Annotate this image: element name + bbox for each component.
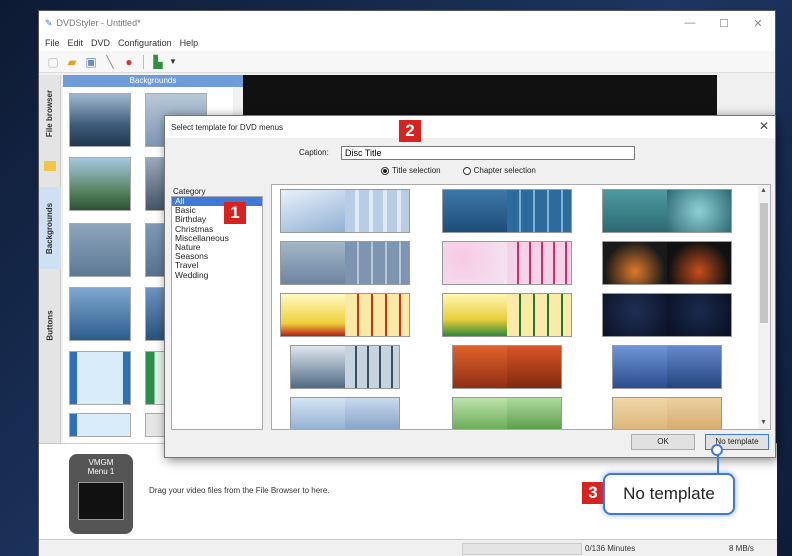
- step-badge-2: 2: [399, 120, 421, 142]
- ok-button[interactable]: OK: [631, 434, 695, 450]
- save-icon[interactable]: ▣: [83, 54, 99, 70]
- template-tile[interactable]: [452, 397, 562, 429]
- template-scrollbar[interactable]: ▲ ▼: [758, 185, 770, 429]
- toolbar: ▢ ▰ ▣ ╲ ● ▙ ▼: [39, 51, 775, 73]
- template-tile[interactable]: [602, 241, 732, 285]
- background-thumbnail[interactable]: [69, 351, 131, 405]
- template-tile[interactable]: [602, 189, 732, 233]
- caption-label: Caption:: [299, 148, 329, 157]
- background-thumbnail[interactable]: [69, 287, 131, 341]
- status-bar: 0/136 Minutes 8 MB/s: [39, 539, 777, 556]
- background-thumbnail[interactable]: [69, 413, 131, 437]
- scrollbar-thumb[interactable]: [760, 203, 768, 323]
- new-icon[interactable]: ▢: [45, 54, 61, 70]
- app-logo-icon: ✎: [45, 17, 53, 28]
- scroll-up-icon[interactable]: ▲: [760, 187, 767, 194]
- minimize-button[interactable]: —: [673, 11, 707, 35]
- background-thumbnail[interactable]: [69, 93, 131, 147]
- template-tile[interactable]: [280, 189, 410, 233]
- tab-buttons-label: Buttons: [45, 309, 55, 341]
- selection-radios: Title selection Chapter selection: [381, 166, 536, 175]
- scroll-down-icon[interactable]: ▼: [760, 419, 767, 426]
- template-tile[interactable]: [442, 293, 572, 337]
- dialog-close-icon[interactable]: ✕: [759, 119, 769, 133]
- browser-header: Backgrounds: [63, 75, 243, 87]
- template-tile[interactable]: [442, 241, 572, 285]
- tab-backgrounds[interactable]: Backgrounds: [39, 187, 61, 269]
- callout-leader-dot: [711, 444, 723, 456]
- tab-buttons[interactable]: Buttons: [39, 295, 61, 355]
- settings-icon[interactable]: ╲: [102, 54, 118, 70]
- side-tabs: File browser Backgrounds Buttons: [39, 75, 61, 455]
- duration-status: 0/136 Minutes: [585, 544, 636, 553]
- step-badge-1: 1: [224, 202, 246, 224]
- template-tile[interactable]: [612, 397, 722, 429]
- dialog-titlebar: Select template for DVD menus: [165, 116, 775, 138]
- menu-help[interactable]: Help: [180, 38, 199, 48]
- run-icon[interactable]: ▙: [150, 54, 166, 70]
- background-thumbnail[interactable]: [69, 223, 131, 277]
- menu-file[interactable]: File: [45, 38, 60, 48]
- menu-label: Menu 1: [87, 467, 115, 476]
- vmgm-label: VMGM: [88, 458, 114, 467]
- chevron-down-icon[interactable]: ▼: [169, 54, 177, 70]
- burn-icon[interactable]: ●: [121, 54, 137, 70]
- titlebar: ✎ DVDStyler - Untitled* — ☐ ✕: [39, 11, 775, 35]
- caption-input[interactable]: [341, 146, 635, 160]
- disc-usage-bar: [462, 543, 582, 555]
- speed-status: 8 MB/s: [729, 544, 754, 553]
- template-tile[interactable]: [290, 397, 400, 429]
- step-badge-3: 3: [582, 482, 604, 504]
- radio-dot-selected: [381, 166, 389, 175]
- radio-dot: [462, 166, 471, 175]
- radio-chapter-label: Chapter selection: [473, 166, 536, 175]
- radio-chapter-selection[interactable]: Chapter selection: [462, 166, 536, 175]
- tab-file-browser[interactable]: File browser: [39, 75, 61, 151]
- template-tile[interactable]: [602, 293, 732, 337]
- drag-hint: Drag your video files from the File Brow…: [149, 486, 330, 495]
- category-item-wedding[interactable]: Wedding: [172, 270, 262, 280]
- close-window-button[interactable]: ✕: [741, 11, 775, 35]
- menu-configuration[interactable]: Configuration: [118, 38, 172, 48]
- radio-title-label: Title selection: [392, 166, 441, 175]
- category-list: All Basic Birthday Christmas Miscellaneo…: [171, 196, 263, 430]
- tab-backgrounds-label: Backgrounds: [45, 202, 55, 254]
- toolbar-separator: [143, 54, 144, 69]
- vmgm-menu-preview[interactable]: VMGM Menu 1: [69, 454, 133, 534]
- template-dialog: Select template for DVD menus ✕ Caption:…: [164, 115, 776, 458]
- window-title: DVDStyler - Untitled*: [56, 18, 141, 28]
- window-controls: — ☐ ✕: [673, 11, 775, 35]
- template-tile[interactable]: [612, 345, 722, 389]
- menu-bar: File Edit DVD Configuration Help: [39, 35, 775, 51]
- menu-dvd[interactable]: DVD: [91, 38, 110, 48]
- template-tile[interactable]: [290, 345, 400, 389]
- template-tile[interactable]: [280, 293, 410, 337]
- menu-preview-screen: [78, 482, 124, 520]
- open-icon[interactable]: ▰: [64, 54, 80, 70]
- background-thumbnail[interactable]: [69, 157, 131, 211]
- maximize-button[interactable]: ☐: [707, 11, 741, 35]
- radio-title-selection[interactable]: Title selection: [381, 166, 441, 175]
- folder-icon[interactable]: [44, 161, 56, 171]
- category-label: Category: [173, 187, 206, 196]
- tab-file-browser-label: File browser: [45, 89, 55, 137]
- menu-edit[interactable]: Edit: [68, 38, 84, 48]
- template-tile[interactable]: [452, 345, 562, 389]
- dialog-title: Select template for DVD menus: [171, 122, 284, 132]
- template-tile[interactable]: [280, 241, 410, 285]
- template-tile[interactable]: [442, 189, 572, 233]
- no-template-callout: No template: [603, 473, 735, 515]
- template-grid: ▲ ▼: [271, 184, 771, 430]
